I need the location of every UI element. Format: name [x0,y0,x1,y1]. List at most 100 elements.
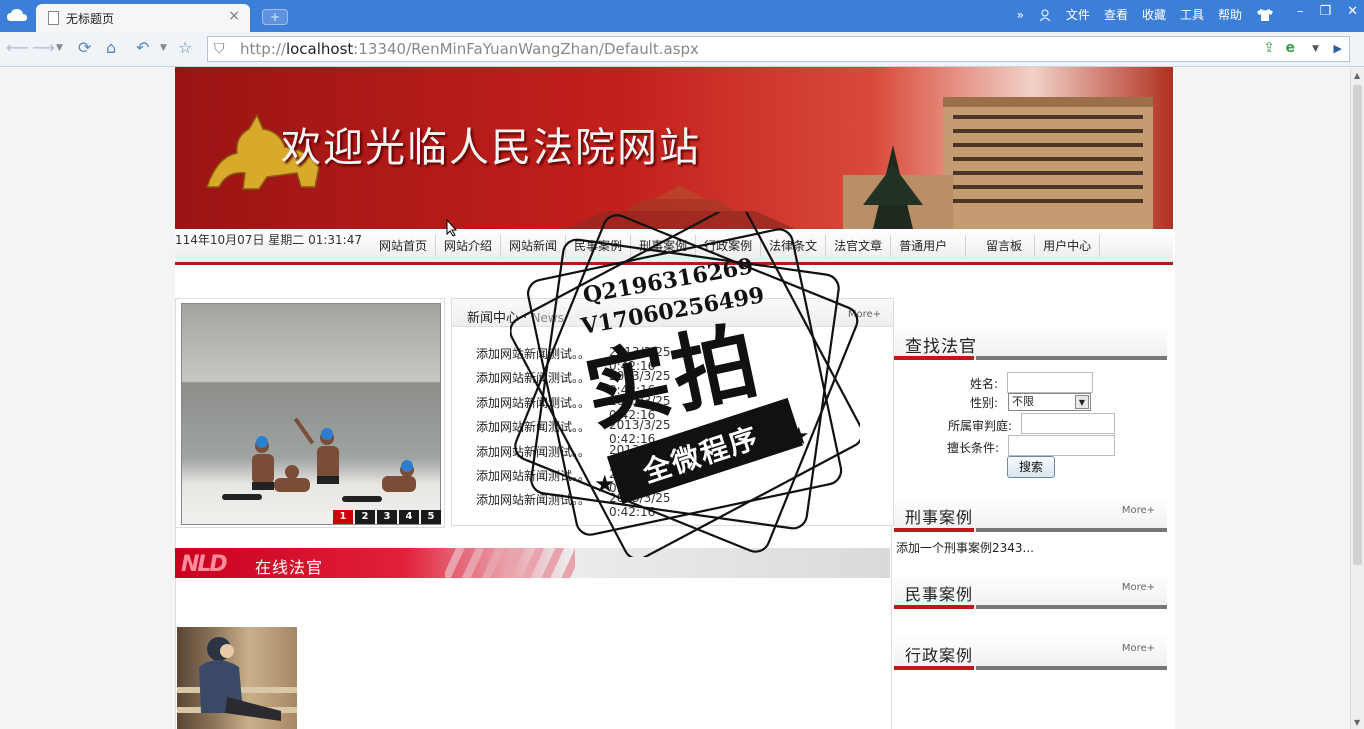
decorative-stripes [445,548,575,578]
news-item-title[interactable]: 添加网站新闻测试。。 [476,491,590,515]
share-icon[interactable]: ⇪ [1263,40,1275,56]
criminal-case-item[interactable]: 添加一个刑事案例2343... [896,539,1034,556]
star-icon[interactable]: ☆ [178,38,192,57]
skin-shirt-icon[interactable] [1256,8,1274,22]
slider-pager: 1 2 3 4 5 [333,510,441,524]
chevron-down-icon[interactable]: ▼ [1312,44,1319,54]
banner-title: 欢迎光临人民法院网站 [281,125,701,171]
news-list: 添加网站新闻测试。。 2013/3/25 0:42:16 添加网站新闻测试。。 20… [476,345,671,519]
news-header: 新闻中心 · News More+ [452,299,893,327]
news-center: 新闻中心 · News More+ 添加网站新闻测试。。 2013/3/25 0:… [451,298,894,526]
url-text[interactable]: http://localhost:13340/RenMinFaYuanWangZ… [240,40,699,58]
scroll-up-icon[interactable]: ▲ [1354,71,1360,80]
menu-file[interactable]: 文件 [1066,6,1090,23]
nav-news[interactable]: 网站新闻 [501,235,567,257]
name-row: 姓名: [894,372,1173,394]
url-prefix: http:// [240,40,286,58]
nav-user-center[interactable]: 用户中心 [1035,235,1101,257]
news-item[interactable]: 添加网站新闻测试。。 2013/3/25 0:42:16 [476,491,671,519]
name-input[interactable] [1007,372,1093,393]
ie-mode-icon[interactable]: e [1286,40,1296,56]
admin-cases-title: 行政案例 [905,646,974,665]
browser-navbar: ⟵ ⟶ ▼ ⟳ ⌂ ↶ ▼ ☆ ⛉ http://localhost:13340… [0,32,1364,67]
site-nav-links: 网站首页 网站介绍 网站新闻 民事案例 刑事案例 行政案例 法律条文 法官文章 … [371,235,1101,257]
scroll-thumb[interactable] [1353,85,1362,565]
nav-judge-articles[interactable]: 法官文章 [826,235,892,257]
menu-help[interactable]: 帮助 [1218,6,1242,23]
new-tab-button[interactable]: + [262,9,288,25]
news-item[interactable]: 添加网站新闻测试。。 2013/3/25 0:42:16 [476,467,671,495]
criminal-cases-header: 刑事案例 More+ [894,492,1167,532]
window-controls: – ❐ ✕ [1297,4,1358,19]
go-icon[interactable]: ▶ [1334,42,1342,55]
tab-close-icon[interactable]: × [228,8,240,24]
nav-criminal-cases[interactable]: 刑事案例 [631,235,697,257]
chevron-down-icon[interactable]: ▼ [1075,395,1089,409]
minimize-button[interactable]: – [1297,4,1304,19]
news-item-title[interactable]: 添加网站新闻测试。。 [476,394,590,418]
admin-more-link[interactable]: More+ [1122,643,1155,654]
name-label: 姓名: [970,377,999,391]
chevron-down-icon[interactable]: ▼ [160,43,167,53]
page-scrollbar[interactable]: ▲ ▼ [1350,67,1364,729]
news-item-title[interactable]: 添加网站新闻测试。。 [476,369,590,393]
scroll-down-icon[interactable]: ▼ [1354,718,1360,727]
skill-input[interactable] [1008,435,1115,456]
nav-normal-user[interactable]: 普通用户 [891,235,967,257]
news-item[interactable]: 添加网站新闻测试。。 2013/3/25 0:42:16 [476,394,671,422]
menu-tools[interactable]: 工具 [1180,6,1204,23]
court-input[interactable] [1021,413,1115,434]
nav-civil-cases[interactable]: 民事案例 [566,235,632,257]
news-item-title[interactable]: 添加网站新闻测试。。 [476,443,590,467]
slider-page-3[interactable]: 3 [377,510,397,524]
nav-admin-cases[interactable]: 行政案例 [696,235,762,257]
temple-graphic [565,185,795,229]
slider-page-4[interactable]: 4 [399,510,419,524]
news-item-date: 2013/3/25 0:42:16 [609,491,671,520]
forward-arrow-icon[interactable]: ⟶ [32,38,55,57]
criminal-more-link[interactable]: More+ [1122,505,1155,516]
news-item[interactable]: 添加网站新闻测试。。 2013/3/25 0:42:16 [476,418,671,446]
civil-more-link[interactable]: More+ [1122,582,1155,593]
slider-page-1[interactable]: 1 [333,510,353,524]
home-icon[interactable]: ⌂ [106,38,116,57]
nav-home[interactable]: 网站首页 [371,235,437,257]
news-more-link[interactable]: More+ [848,309,881,320]
panel-underline-red [894,528,974,532]
judge-photo[interactable] [177,627,297,729]
news-item-title[interactable]: 添加网站新闻测试。。 [476,418,590,442]
browser-tab-active[interactable]: 无标题页 × [36,4,250,32]
nav-laws[interactable]: 法律条文 [761,235,827,257]
menu-view[interactable]: 查看 [1104,6,1128,23]
back-arrow-icon[interactable]: ⟵ [6,38,29,57]
restore-button[interactable]: ❐ [1319,4,1331,19]
slider-photo[interactable] [181,303,441,525]
slider-page-2[interactable]: 2 [355,510,375,524]
undo-icon[interactable]: ↶ [136,38,149,57]
refresh-icon[interactable]: ⟳ [78,38,91,57]
news-title: 新闻中心 · News [467,307,564,326]
find-judge-title: 查找法官 [905,337,977,357]
content-divider [891,526,892,729]
web-page: 欢迎光临人民法院网站 114年10月07日 星期二 01:31:47 网站首页 … [175,67,1175,729]
news-item[interactable]: 添加网站新闻测试。。 2013/3/25 0:42:16 [476,345,671,373]
address-bar[interactable]: ⛉ http://localhost:13340/RenMinFaYuanWan… [207,36,1350,62]
find-judge-header: 查找法官 [894,320,1167,360]
nav-message-board[interactable]: 留言板 [966,235,1036,257]
close-window-button[interactable]: ✕ [1347,4,1358,19]
news-item-title[interactable]: 添加网站新闻测试。。 [476,345,590,369]
user-icon[interactable] [1038,8,1052,22]
gender-select[interactable]: 不限 ▼ [1008,393,1091,411]
menu-favorites[interactable]: 收藏 [1142,6,1166,23]
news-item[interactable]: 添加网站新闻测试。。 2013/3/25 0:42:16 [476,369,671,397]
search-button[interactable]: 搜索 [1007,456,1055,478]
browser-menus: » 文件 查看 收藏 工具 帮助 [1017,6,1274,23]
menu-more[interactable]: » [1017,8,1024,22]
slider-page-5[interactable]: 5 [421,510,441,524]
nld-logo: NLD [181,552,228,577]
chevron-down-icon[interactable]: ▼ [56,43,63,53]
nav-about[interactable]: 网站介绍 [436,235,502,257]
news-item-title[interactable]: 添加网站新闻测试。。 [476,467,590,491]
news-item[interactable]: 添加网站新闻测试。。 2013/3/25 0:42:16 [476,443,671,471]
cloud-icon[interactable] [6,7,28,23]
